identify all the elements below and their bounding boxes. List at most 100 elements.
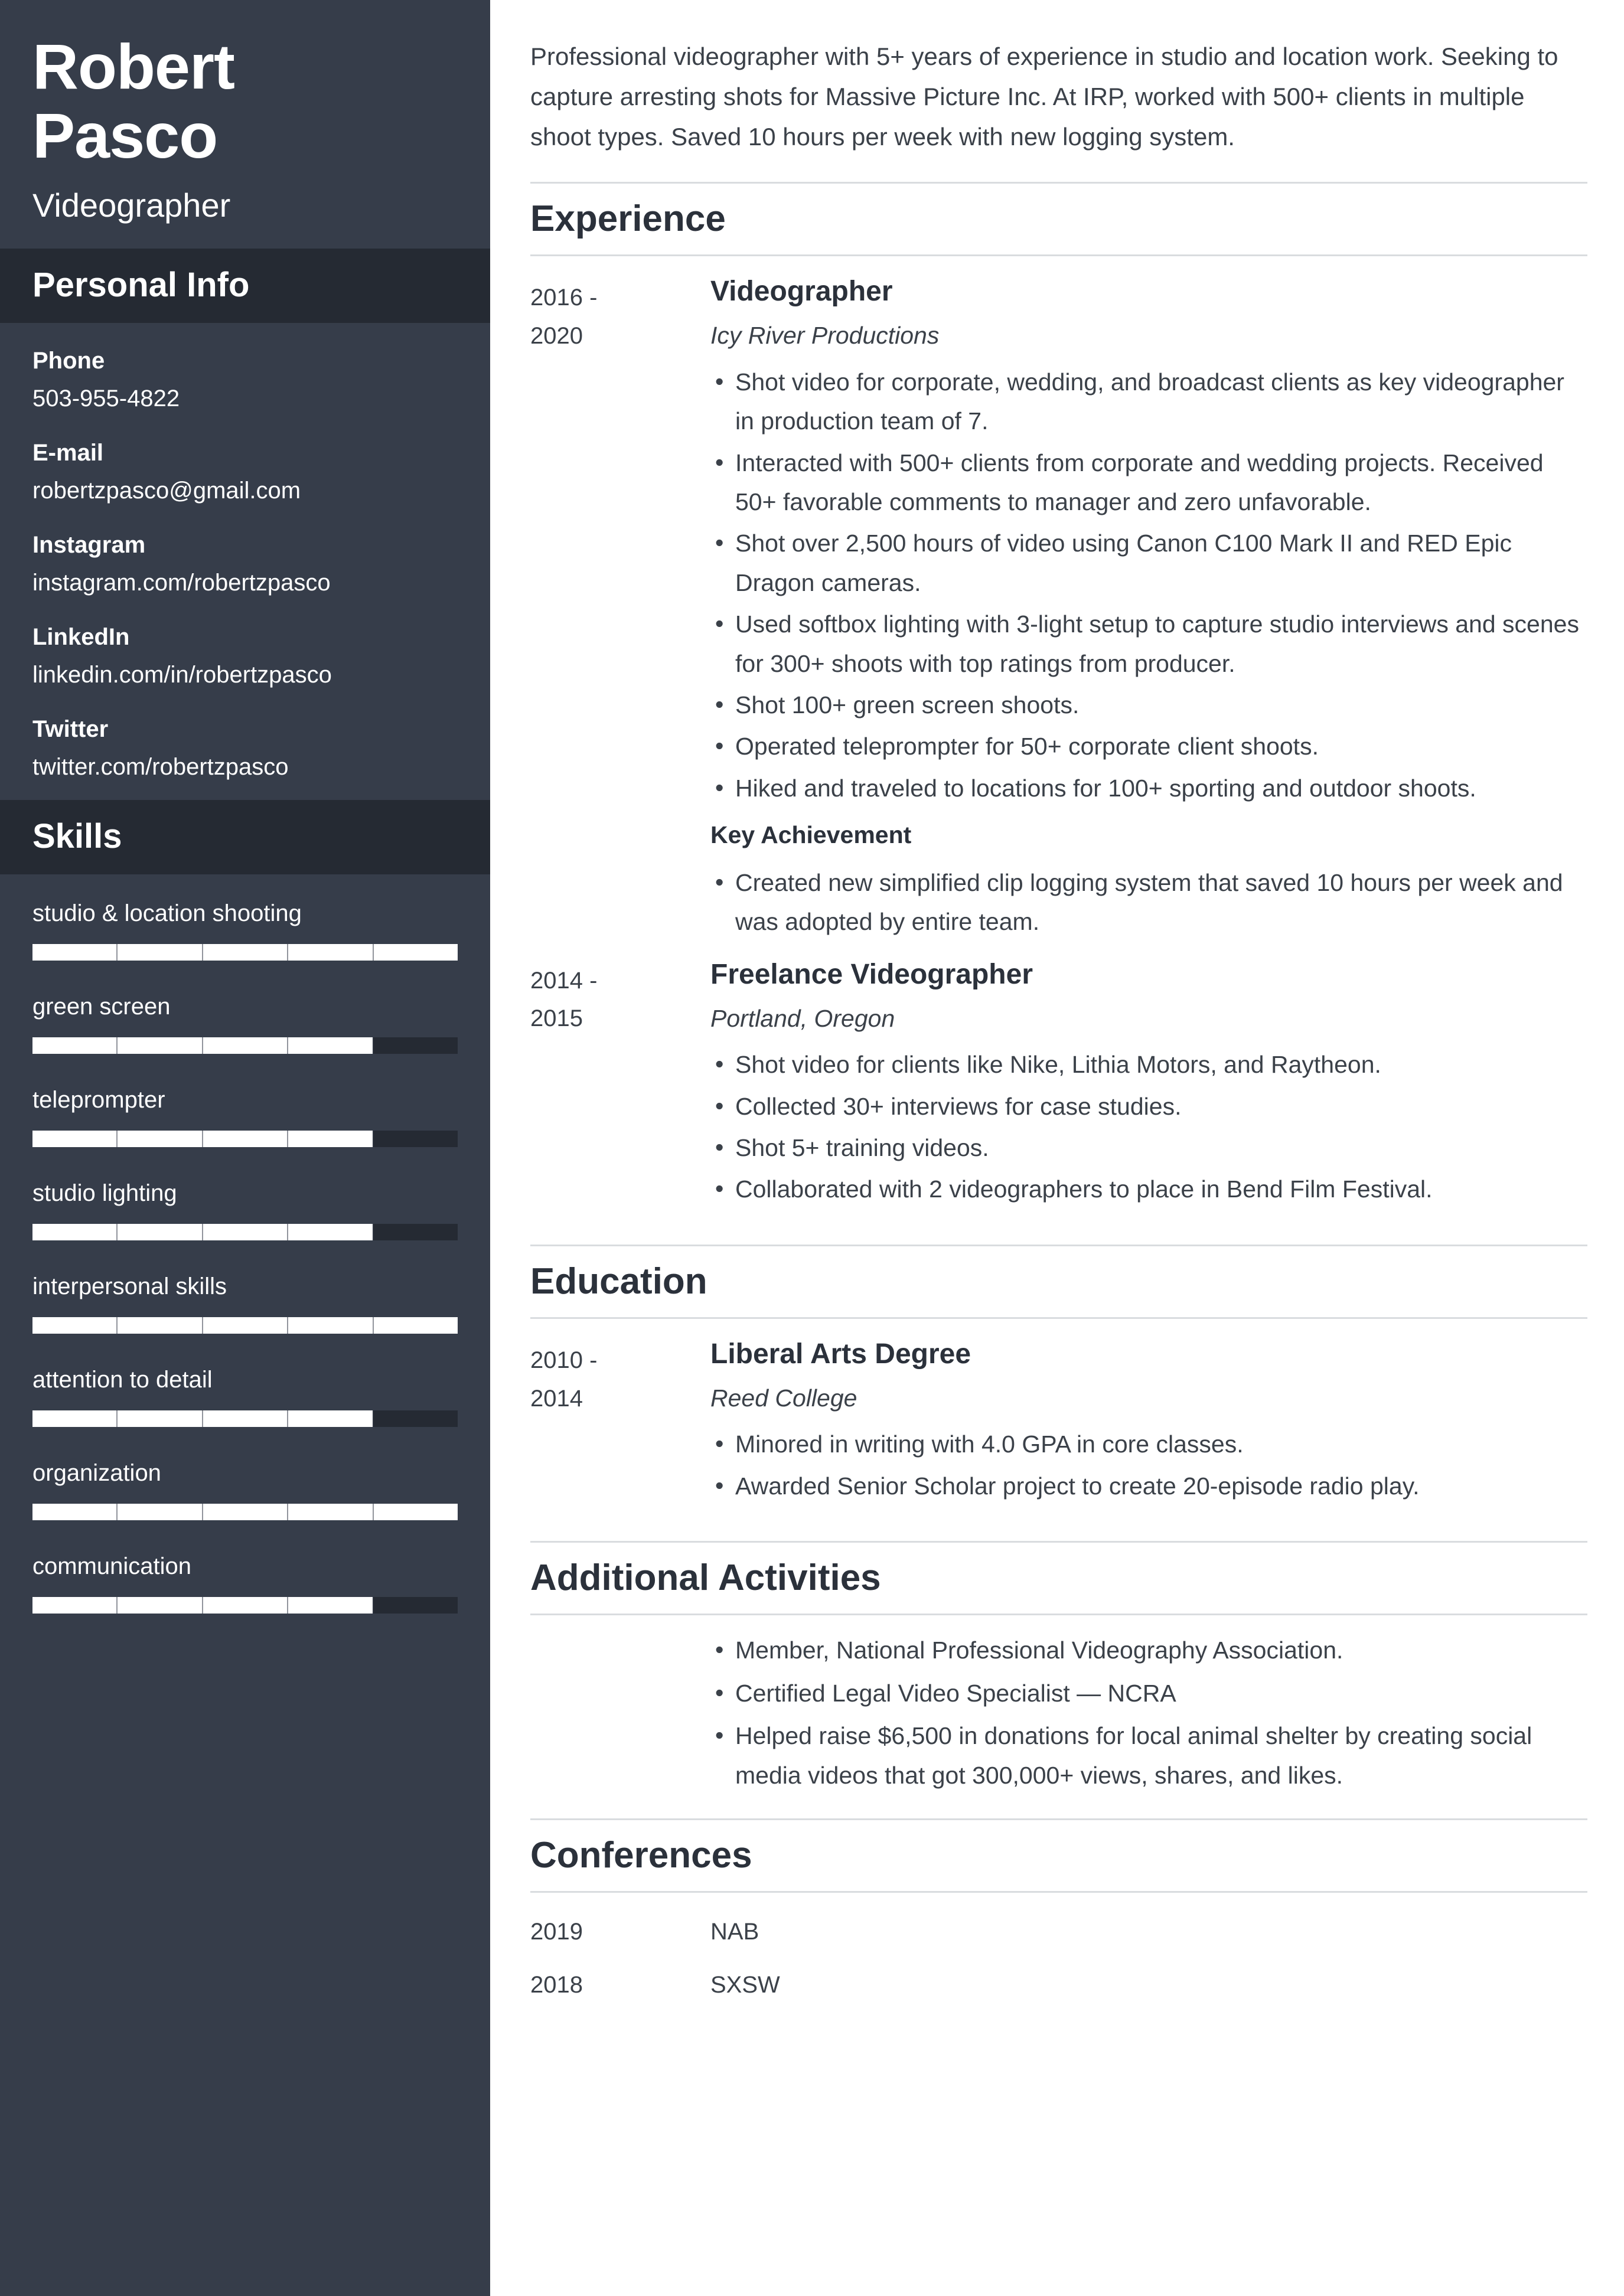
- bullet: Interacted with 500+ clients from corpor…: [710, 443, 1587, 522]
- skill-level-bar: [32, 1504, 458, 1521]
- date-to: 2014: [530, 1385, 583, 1412]
- contact-item-instagram: Instagram instagram.com/robertzpasco: [32, 530, 458, 598]
- skill-level-bar: [32, 944, 458, 961]
- skill-label: communication: [32, 1553, 192, 1580]
- entry-role: Freelance Videographer: [710, 958, 1033, 990]
- skill-label: studio & location shooting: [32, 900, 302, 927]
- bullet: Certified Legal Video Specialist — NCRA: [710, 1673, 1587, 1713]
- bullet: Awarded Senior Scholar project to create…: [710, 1466, 1587, 1505]
- contact-label: Twitter: [32, 716, 109, 743]
- section-conferences: Conferences 2019 NAB 2018 SXSW: [530, 1818, 1587, 2003]
- professional-summary: Professional videographer with 5+ years …: [530, 43, 1558, 151]
- contact-label: LinkedIn: [32, 624, 130, 651]
- contact-item-email: E-mail robertzpasco@gmail.com: [32, 437, 458, 506]
- skill-level-bar: [32, 1317, 458, 1334]
- contact-value-twitter[interactable]: twitter.com/robertzpasco: [32, 752, 458, 782]
- entry-body: Freelance Videographer Portland, Oregon …: [710, 957, 1587, 1211]
- bullet: Minored in writing with 4.0 GPA in core …: [710, 1424, 1587, 1464]
- skill-level-bar: [32, 1224, 458, 1241]
- skill-fill: [32, 1597, 373, 1614]
- contact-value-email[interactable]: robertzpasco@gmail.com: [32, 475, 458, 506]
- entry-dates: 2010 - 2014: [530, 1337, 710, 1418]
- skill-level-bar: [32, 1597, 458, 1614]
- skill-label: attention to detail: [32, 1367, 213, 1393]
- contact-value-phone[interactable]: 503-955-4822: [32, 383, 458, 414]
- date-from: 2014 -: [530, 967, 598, 994]
- skill-level-bar: [32, 1037, 458, 1054]
- experience-entry: 2016 - 2020 Videographer Icy River Produ…: [530, 274, 1587, 943]
- skill-label: teleprompter: [32, 1087, 165, 1113]
- entry-bullets: Minored in writing with 4.0 GPA in core …: [710, 1424, 1587, 1505]
- bullet: Shot 5+ training videos.: [710, 1128, 1587, 1167]
- entry-org: Icy River Productions: [710, 322, 940, 350]
- experience-entries: 2016 - 2020 Videographer Icy River Produ…: [530, 256, 1587, 1211]
- contact-list: Phone 503-955-4822 E-mail robertzpasco@g…: [0, 323, 490, 800]
- contact-item-linkedin: LinkedIn linkedin.com/in/robertzpasco: [32, 622, 458, 690]
- bullet: Shot video for corporate, wedding, and b…: [710, 362, 1587, 441]
- section-experience: Experience 2016 - 2020 Videographer Icy …: [530, 182, 1587, 1211]
- entry-bullets: Shot video for clients like Nike, Lithia…: [710, 1044, 1587, 1209]
- entry-degree: Liberal Arts Degree: [710, 1338, 971, 1370]
- skill-fill: [32, 1410, 373, 1428]
- entry-dates: 2014 - 2015: [530, 957, 710, 1038]
- entry-role: Videographer: [710, 276, 893, 308]
- date-from: 2010 -: [530, 1347, 598, 1373]
- bullet: Shot video for clients like Nike, Lithia…: [710, 1044, 1587, 1084]
- education-entries: 2010 - 2014 Liberal Arts Degree Reed Col…: [530, 1319, 1587, 1508]
- entry-dates: 2016 - 2020: [530, 274, 710, 355]
- education-entry: 2010 - 2014 Liberal Arts Degree Reed Col…: [530, 1337, 1587, 1508]
- contact-label: Instagram: [32, 532, 146, 559]
- skill-item: communication: [32, 1551, 458, 1614]
- section-title-conferences: Conferences: [530, 1818, 1587, 1893]
- skill-item: studio & location shooting: [32, 898, 458, 961]
- bullet: Created new simplified clip logging syst…: [710, 863, 1587, 942]
- last-name: Pasco: [32, 99, 218, 171]
- skill-item: teleprompter: [32, 1085, 458, 1148]
- conference-year: 2018: [530, 1972, 583, 1998]
- experience-entry: 2014 - 2015 Freelance Videographer Portl…: [530, 957, 1587, 1211]
- contact-item-phone: Phone 503-955-4822: [32, 345, 458, 414]
- skill-fill: [32, 1317, 458, 1334]
- skill-item: organization: [32, 1458, 458, 1521]
- contact-value-instagram[interactable]: instagram.com/robertzpasco: [32, 567, 458, 598]
- candidate-job-title: Videographer: [32, 187, 231, 224]
- conference-name: NAB: [710, 1919, 759, 1945]
- date-to: 2015: [530, 1005, 583, 1032]
- skill-label: organization: [32, 1460, 161, 1487]
- bullet: Member, National Professional Videograph…: [710, 1630, 1587, 1670]
- section-title-education: Education: [530, 1244, 1587, 1319]
- contact-value-linkedin[interactable]: linkedin.com/in/robertzpasco: [32, 659, 458, 690]
- bullet: Collaborated with 2 videographers to pla…: [710, 1169, 1587, 1209]
- date-from: 2016 -: [530, 285, 598, 311]
- bullet: Collected 30+ interviews for case studie…: [710, 1086, 1587, 1126]
- conference-rows: 2019 NAB 2018 SXSW: [530, 1893, 1587, 2003]
- entry-school: Reed College: [710, 1384, 857, 1412]
- entry-bullets: Shot video for corporate, wedding, and b…: [710, 362, 1587, 808]
- skill-item: interpersonal skills: [32, 1271, 458, 1334]
- date-to: 2020: [530, 323, 583, 350]
- main-column: Professional videographer with 5+ years …: [490, 0, 1624, 2296]
- skill-level-bar: [32, 1410, 458, 1428]
- sidebar-header: Robert Pasco Videographer: [0, 0, 490, 249]
- skill-label: green screen: [32, 994, 171, 1020]
- contact-label: E-mail: [32, 440, 104, 466]
- section-title-experience: Experience: [530, 182, 1587, 257]
- conference-name: SXSW: [710, 1972, 780, 1998]
- key-achievement-label: Key Achievement: [710, 821, 912, 849]
- candidate-name: Robert Pasco: [32, 32, 458, 170]
- section-additional-activities: Additional Activities Member, National P…: [530, 1541, 1587, 1795]
- activities-bullets: Member, National Professional Videograph…: [530, 1615, 1587, 1795]
- skill-item: studio lighting: [32, 1178, 458, 1241]
- conference-year: 2019: [530, 1919, 583, 1945]
- skill-fill: [32, 1504, 458, 1521]
- bullet: Helped raise $6,500 in donations for loc…: [710, 1716, 1587, 1795]
- bullet: Shot 100+ green screen shoots.: [710, 685, 1587, 724]
- skill-item: green screen: [32, 991, 458, 1054]
- skill-item: attention to detail: [32, 1364, 458, 1428]
- skill-fill: [32, 1224, 373, 1241]
- resume-page: Robert Pasco Videographer Personal Info …: [0, 0, 1624, 2296]
- first-name: Robert: [32, 31, 235, 102]
- skill-fill: [32, 1131, 373, 1148]
